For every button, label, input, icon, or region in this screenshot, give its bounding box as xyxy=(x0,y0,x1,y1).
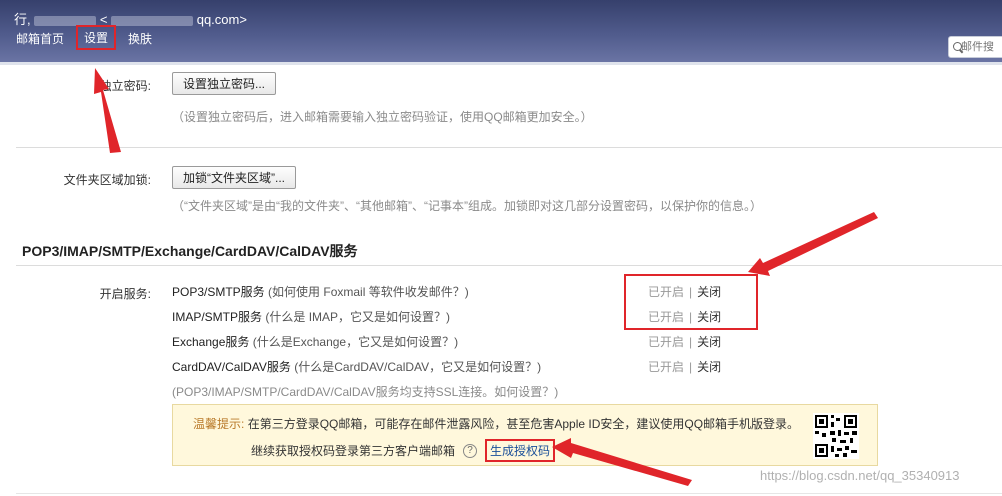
question-icon[interactable]: ? xyxy=(463,443,478,458)
warm-tip-box: 温馨提示: 在第三方登录QQ邮箱，可能存在邮件泄露风险，甚至危害Apple ID… xyxy=(172,404,878,466)
folder-lock-label: 文件夹区域加锁: xyxy=(63,173,151,187)
tip-line-2: 继续获取授权码登录第三方客户端邮箱 ? 生成授权码 xyxy=(251,439,556,462)
lock-folder-area-button[interactable]: 加锁“文件夹区域”... xyxy=(172,166,296,189)
app-header: 行, < qq.com> 邮箱首页 设置 换肤 xyxy=(0,0,1002,62)
service-help-link[interactable]: (什么是Exchange，它又是如何设置？) xyxy=(253,335,458,349)
section-title: POP3/IMAP/SMTP/Exchange/CardDAV/CalDAV服务 xyxy=(22,243,358,259)
service-row-exchange: Exchange服务 (什么是Exchange，它又是如何设置？) xyxy=(172,333,458,350)
service-name: CardDAV/CalDAV服务 xyxy=(172,360,291,374)
tip-text: 在第三方登录QQ邮箱，可能存在邮件泄露风险，甚至危害Apple ID安全，建议使… xyxy=(247,417,800,431)
set-independent-password-button[interactable]: 设置独立密码... xyxy=(172,72,277,95)
service-help-link[interactable]: (什么是CardDAV/CalDAV，它又是如何设置？) xyxy=(294,360,541,374)
bottom-divider xyxy=(16,493,1002,494)
service-status-caldav: 已开启 | 关闭 xyxy=(648,360,722,374)
top-nav: 邮箱首页 设置 换肤 xyxy=(14,25,154,50)
user-email-suffix: qq.com> xyxy=(196,12,247,27)
user-prefix: 行, xyxy=(14,12,31,27)
service-name: Exchange服务 xyxy=(172,335,250,349)
generate-auth-code-link[interactable]: 生成授权码 xyxy=(485,439,556,462)
redacted-email xyxy=(111,15,194,26)
disable-link[interactable]: 关闭 xyxy=(697,360,721,374)
qr-code-icon xyxy=(813,413,859,459)
divider xyxy=(16,147,1002,148)
status-enabled: 已开启 xyxy=(648,335,685,349)
service-row-caldav: CardDAV/CalDAV服务 (什么是CardDAV/CalDAV，它又是如… xyxy=(172,358,541,375)
status-enabled: 已开启 xyxy=(648,360,685,374)
service-name: IMAP/SMTP服务 xyxy=(172,310,263,324)
nav-change-skin[interactable]: 换肤 xyxy=(126,28,154,50)
tip-continue-text: 继续获取授权码登录第三方客户端邮箱 xyxy=(251,444,456,458)
search-input[interactable] xyxy=(961,41,1002,53)
watermark: https://blog.csdn.net/qq_35340913 xyxy=(760,468,960,483)
service-help-link[interactable]: (什么是 IMAP，它又是如何设置？) xyxy=(265,310,450,324)
service-status-exchange: 已开启 | 关闭 xyxy=(648,335,722,349)
ssl-note: (POP3/IMAP/SMTP/CardDAV/CalDAV服务均支持SSL连接… xyxy=(172,385,559,399)
service-row-imap: IMAP/SMTP服务 (什么是 IMAP，它又是如何设置？) xyxy=(172,308,450,325)
nav-mailbox-home[interactable]: 邮箱首页 xyxy=(14,28,66,50)
settings-content: 独立密码: 设置独立密码... （设置独立密码后，进入邮箱需要输入独立密码验证，… xyxy=(0,62,1002,496)
independent-password-label: 独立密码: xyxy=(99,79,151,93)
service-name: POP3/SMTP服务 xyxy=(172,285,265,299)
section-divider xyxy=(16,265,1002,266)
service-row-pop3: POP3/SMTP服务 (如何使用 Foxmail 等软件收发邮件？) xyxy=(172,283,469,300)
folder-lock-hint: （“文件夹区域”是由“我的文件夹”、“其他邮箱”、“记事本”组成。加锁即对这几部… xyxy=(172,199,762,213)
nav-settings[interactable]: 设置 xyxy=(76,25,117,50)
user-account-line: 行, < qq.com> xyxy=(14,9,247,28)
service-help-link[interactable]: (如何使用 Foxmail 等软件收发邮件？) xyxy=(268,285,469,299)
independent-password-hint: （设置独立密码后，进入邮箱需要输入独立密码验证，使用QQ邮箱更加安全。） xyxy=(172,110,593,124)
search-icon xyxy=(953,41,962,53)
tip-prefix: 温馨提示: xyxy=(193,417,245,431)
tip-line-1: 温馨提示: 在第三方登录QQ邮箱，可能存在邮件泄露风险，甚至危害Apple ID… xyxy=(193,415,799,432)
annotation-highlight-box xyxy=(624,274,758,330)
mail-search-box[interactable] xyxy=(948,36,1002,58)
disable-link[interactable]: 关闭 xyxy=(697,335,721,349)
services-label: 开启服务: xyxy=(99,287,151,301)
